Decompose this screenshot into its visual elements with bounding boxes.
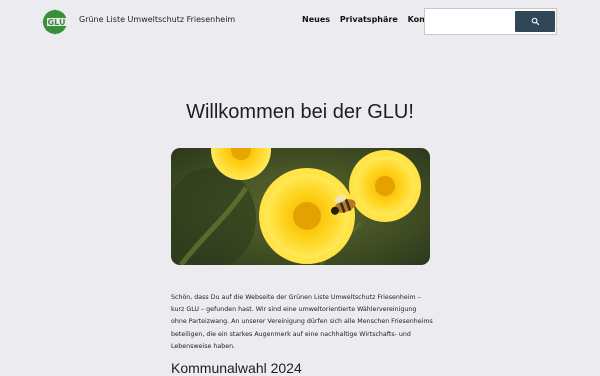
dandelion-image bbox=[171, 148, 430, 265]
section-heading-kommunalwahl: Kommunalwahl 2024 bbox=[171, 360, 302, 376]
logo-text: GLU bbox=[48, 18, 66, 27]
nav-item-privatsphaere[interactable]: Privatsphäre bbox=[340, 15, 398, 24]
glu-logo[interactable]: GLU bbox=[42, 9, 68, 35]
search-input[interactable] bbox=[426, 10, 514, 33]
page-heading: Willkommen bei der GLU! bbox=[186, 101, 414, 123]
search-form bbox=[424, 8, 557, 35]
site-header: GLU Grüne Liste Umweltschutz Friesenheim… bbox=[0, 0, 600, 44]
search-icon bbox=[531, 17, 539, 26]
hero-image bbox=[171, 148, 430, 265]
site-title[interactable]: Grüne Liste Umweltschutz Friesenheim bbox=[79, 15, 235, 24]
intro-text: Schön, dass Du auf die Webseite der Grün… bbox=[171, 294, 433, 350]
search-button[interactable] bbox=[515, 11, 555, 32]
nav-item-neues[interactable]: Neues bbox=[302, 15, 330, 24]
